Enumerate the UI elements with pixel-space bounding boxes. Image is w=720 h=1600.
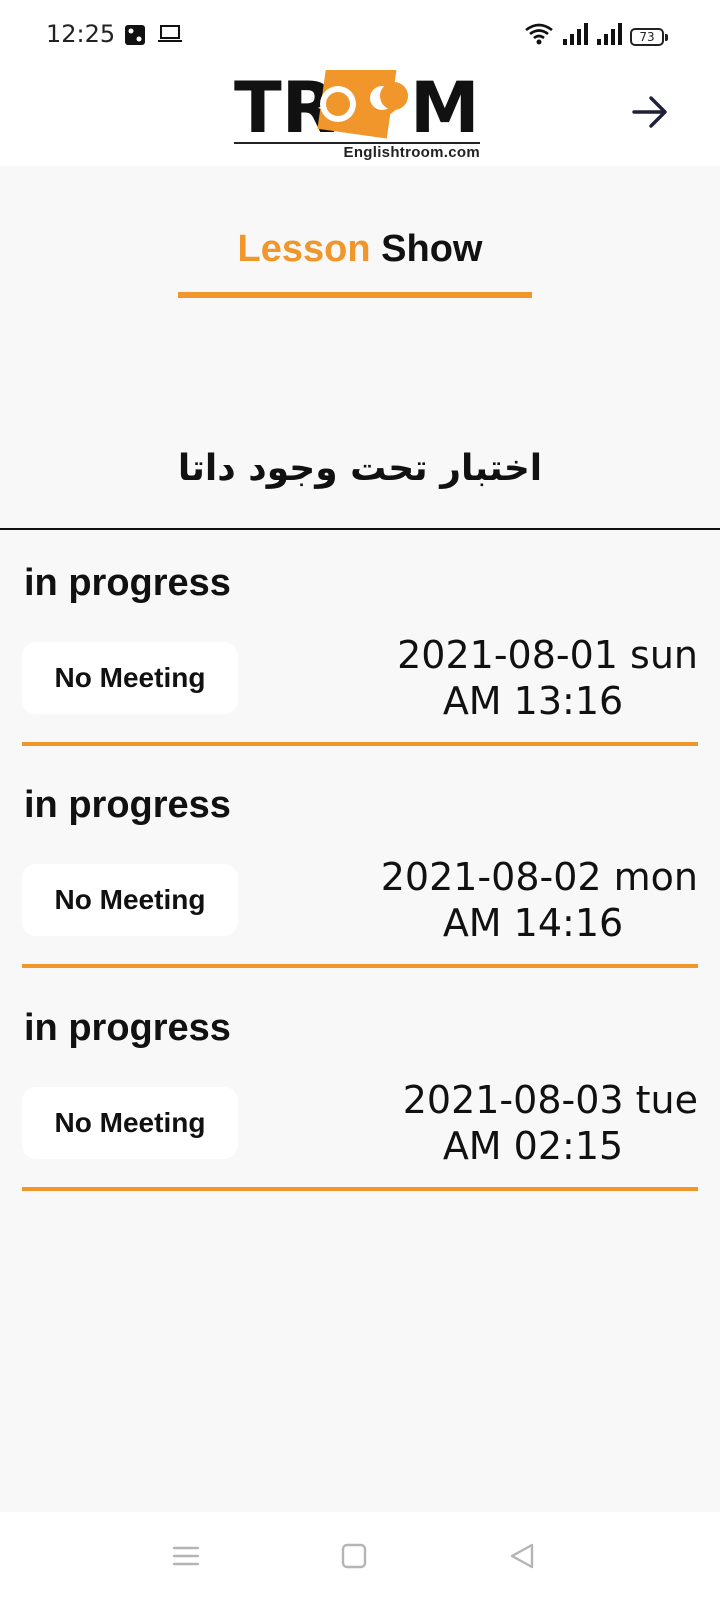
no-meeting-button[interactable]: No Meeting xyxy=(22,642,238,714)
no-meeting-button[interactable]: No Meeting xyxy=(22,864,238,936)
session-divider xyxy=(22,964,698,968)
session-date: 2021-08-03 tue xyxy=(402,1078,698,1122)
app-header: TR M Englishtroom.com xyxy=(0,70,720,166)
laptop-icon xyxy=(158,24,182,49)
logo-subtitle: Englishtroom.com xyxy=(343,144,480,161)
divider xyxy=(0,528,720,530)
back-icon[interactable] xyxy=(506,1540,538,1572)
session-date: 2021-08-01 sun xyxy=(397,633,698,677)
home-icon[interactable] xyxy=(338,1540,370,1572)
session-status: in progress xyxy=(24,1007,231,1049)
forward-arrow-icon[interactable] xyxy=(630,92,670,132)
wifi-icon xyxy=(524,22,554,51)
svg-text:M: M xyxy=(410,70,480,144)
session-divider xyxy=(22,1187,698,1191)
title-show: Show xyxy=(381,228,483,270)
session-status: in progress xyxy=(24,562,231,604)
session-time: AM 14:16 xyxy=(442,901,624,945)
system-nav-bar xyxy=(0,1512,720,1600)
status-bar: 12:25 73 xyxy=(0,0,720,70)
battery-icon: 73 xyxy=(630,27,668,46)
session-datetime: 2021-08-01 sun AM 13:16 xyxy=(368,632,698,724)
status-time: 12:25 xyxy=(46,20,116,48)
title-lesson: Lesson xyxy=(237,228,371,270)
session-time: AM 02:15 xyxy=(442,1124,624,1168)
no-meeting-button[interactable]: No Meeting xyxy=(22,1087,238,1159)
session-time: AM 13:16 xyxy=(442,679,624,723)
signal-icon-2 xyxy=(596,23,622,50)
signal-icon xyxy=(562,23,588,50)
session-date: 2021-08-02 mon xyxy=(380,855,698,899)
lesson-name: اختبار تحت وجود داتا xyxy=(177,448,543,489)
session-divider xyxy=(22,742,698,746)
dice-icon xyxy=(124,24,146,51)
troom-logo: TR M Englishtroom.com xyxy=(234,70,480,166)
page-title: Lesson Show xyxy=(0,228,720,271)
session-datetime: 2021-08-03 tue AM 02:15 xyxy=(368,1077,698,1169)
title-underline xyxy=(178,292,532,298)
session-datetime: 2021-08-02 mon AM 14:16 xyxy=(368,854,698,946)
menu-icon[interactable] xyxy=(170,1540,202,1572)
session-status: in progress xyxy=(24,784,231,826)
